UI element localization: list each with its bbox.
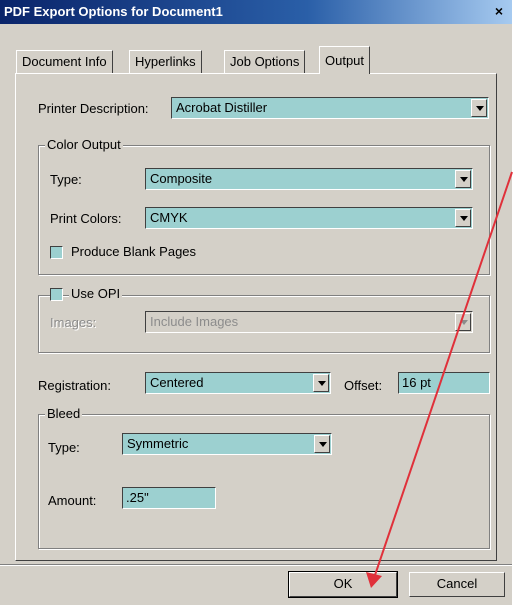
registration-select[interactable]: Centered	[145, 372, 331, 394]
tab-job-options[interactable]: Job Options	[224, 50, 306, 73]
opi-images-label: Images:	[50, 315, 97, 330]
produce-blank-pages-label: Produce Blank Pages	[71, 244, 197, 259]
color-output-group-title: Color Output	[45, 137, 123, 152]
opi-images-select[interactable]: Include Images	[145, 311, 473, 333]
cancel-button[interactable]: Cancel	[409, 572, 505, 597]
offset-input[interactable]: 16 pt	[398, 372, 490, 394]
color-type-select[interactable]: Composite	[145, 168, 473, 190]
dialog-title: PDF Export Options for Document1	[4, 4, 223, 19]
chevron-down-icon[interactable]	[455, 313, 471, 331]
chevron-down-icon[interactable]	[471, 99, 487, 117]
printer-description-label: Printer Description:	[38, 101, 149, 116]
bleed-type-select[interactable]: Symmetric	[122, 433, 332, 455]
registration-label: Registration:	[38, 378, 111, 393]
print-colors-select[interactable]: CMYK	[145, 207, 473, 229]
close-icon[interactable]: ×	[490, 2, 508, 20]
pdf-export-dialog: PDF Export Options for Document1 × Docum…	[0, 0, 512, 605]
chevron-down-icon[interactable]	[455, 209, 471, 227]
ok-button[interactable]: OK	[288, 571, 398, 598]
chevron-down-icon[interactable]	[314, 435, 330, 453]
bleed-type-label: Type:	[48, 440, 80, 455]
bleed-amount-input[interactable]: .25"	[122, 487, 216, 509]
title-bar: PDF Export Options for Document1 ×	[0, 0, 512, 24]
chevron-down-icon[interactable]	[313, 374, 329, 392]
produce-blank-pages-checkbox[interactable]	[50, 246, 63, 259]
tab-document-info[interactable]: Document Info	[16, 50, 113, 73]
offset-label: Offset:	[344, 378, 383, 393]
printer-description-select[interactable]: Acrobat Distiller	[171, 97, 489, 119]
color-type-label: Type:	[50, 172, 82, 187]
print-colors-label: Print Colors:	[50, 211, 122, 226]
use-opi-label: Use OPI	[69, 286, 123, 301]
bleed-amount-label: Amount:	[48, 493, 97, 508]
chevron-down-icon[interactable]	[455, 170, 471, 188]
button-separator	[0, 564, 512, 566]
tab-output[interactable]: Output	[319, 46, 371, 74]
bleed-group-title: Bleed	[45, 406, 83, 421]
tab-hyperlinks[interactable]: Hyperlinks	[129, 50, 202, 73]
use-opi-checkbox[interactable]	[50, 288, 63, 301]
